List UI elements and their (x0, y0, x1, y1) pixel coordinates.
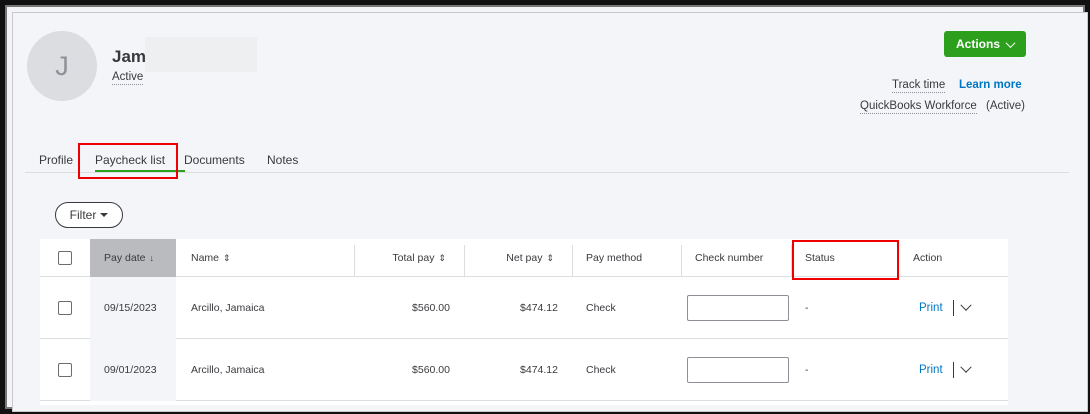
header-select-cell (40, 239, 90, 277)
sort-icon: ⇕ (223, 252, 231, 263)
column-name-label: Name (191, 252, 220, 264)
sort-icon: ⇕ (546, 252, 554, 263)
total-pay-cell: $560.00 (412, 364, 450, 376)
redacted-name-area (145, 37, 257, 72)
net-pay-cell: $474.12 (520, 302, 558, 314)
action-divider (952, 362, 954, 378)
name-cell: Arcillo, Jamaica (191, 302, 265, 314)
tab-notes[interactable]: Notes (267, 153, 298, 167)
row-select-cell (40, 277, 90, 339)
column-check-number-label: Check number (695, 252, 764, 264)
annotation-highlight-status (792, 240, 899, 280)
row-select-cell (40, 339, 90, 401)
name-cell: Arcillo, Jamaica (191, 364, 265, 376)
chevron-down-icon (1005, 37, 1016, 48)
print-link[interactable]: Print (919, 364, 943, 376)
column-pay-date-label: Pay date (104, 252, 146, 264)
tab-documents[interactable]: Documents (184, 153, 245, 167)
column-net-pay-label: Net pay (506, 252, 543, 264)
employee-page: J Jam Active Actions Track time Learn mo… (12, 12, 1088, 412)
learn-more-link[interactable]: Learn more (959, 78, 1022, 92)
sort-down-icon: ↓ (149, 253, 154, 263)
pay-method-cell: Check (586, 364, 616, 376)
tab-profile[interactable]: Profile (39, 153, 73, 167)
column-total-pay[interactable]: Total pay ⇕ (354, 239, 464, 277)
column-action-label: Action (913, 252, 943, 264)
column-check-number: Check number (681, 239, 791, 277)
column-pay-date[interactable]: Pay date ↓ (90, 239, 176, 277)
status-cell: - (805, 364, 809, 376)
filter-label: Filter (69, 208, 97, 222)
row-checkbox[interactable] (58, 363, 72, 377)
column-net-pay[interactable]: Net pay ⇕ (464, 239, 572, 277)
quickbooks-workforce-link[interactable]: QuickBooks Workforce (860, 99, 977, 114)
check-number-cell (681, 277, 791, 339)
workforce-status: (Active) (986, 100, 1025, 112)
table-row: 09/15/2023 Arcillo, Jamaica $560.00 $474… (40, 277, 1008, 339)
track-time-link[interactable]: Track time (892, 78, 946, 93)
filter-button[interactable]: Filter (55, 202, 123, 228)
screenshot-frame: J Jam Active Actions Track time Learn mo… (0, 0, 1090, 414)
avatar-initial: J (55, 50, 69, 81)
check-number-input[interactable] (687, 295, 789, 321)
caret-down-icon (100, 213, 109, 217)
status-cell: - (805, 302, 809, 314)
pay-method-cell: Check (586, 302, 616, 314)
check-number-cell (681, 339, 791, 401)
check-number-input[interactable] (687, 357, 789, 383)
actions-button[interactable]: Actions (944, 31, 1026, 57)
table-row: 09/01/2023 Arcillo, Jamaica $560.00 $474… (40, 339, 1008, 401)
actions-label: Actions (955, 37, 1000, 51)
action-cell: Print (899, 277, 1008, 339)
action-cell: Print (899, 339, 1008, 401)
column-total-pay-label: Total pay (392, 252, 435, 264)
total-pay-cell: $560.00 (412, 302, 450, 314)
print-link[interactable]: Print (919, 302, 943, 314)
net-pay-cell: $474.12 (520, 364, 558, 376)
chevron-down-icon[interactable] (959, 299, 972, 311)
employee-name: Jam (112, 47, 147, 66)
column-name[interactable]: Name ⇕ (176, 239, 354, 277)
sort-icon: ⇕ (438, 252, 446, 263)
column-pay-method-label: Pay method (586, 252, 643, 264)
tab-bar: Profile Paycheck list Documents Notes (25, 151, 1069, 173)
avatar: J (27, 31, 97, 101)
employee-status: Active (112, 71, 144, 85)
column-pay-method: Pay method (572, 239, 681, 277)
action-divider (952, 300, 954, 316)
select-all-checkbox[interactable] (58, 251, 72, 265)
pay-date-cell: 09/01/2023 (90, 339, 176, 401)
pay-date-cell: 09/15/2023 (90, 277, 176, 339)
row-checkbox[interactable] (58, 301, 72, 315)
annotation-highlight-tab (78, 143, 178, 179)
chevron-down-icon[interactable] (959, 361, 972, 373)
column-action: Action (899, 239, 1008, 277)
